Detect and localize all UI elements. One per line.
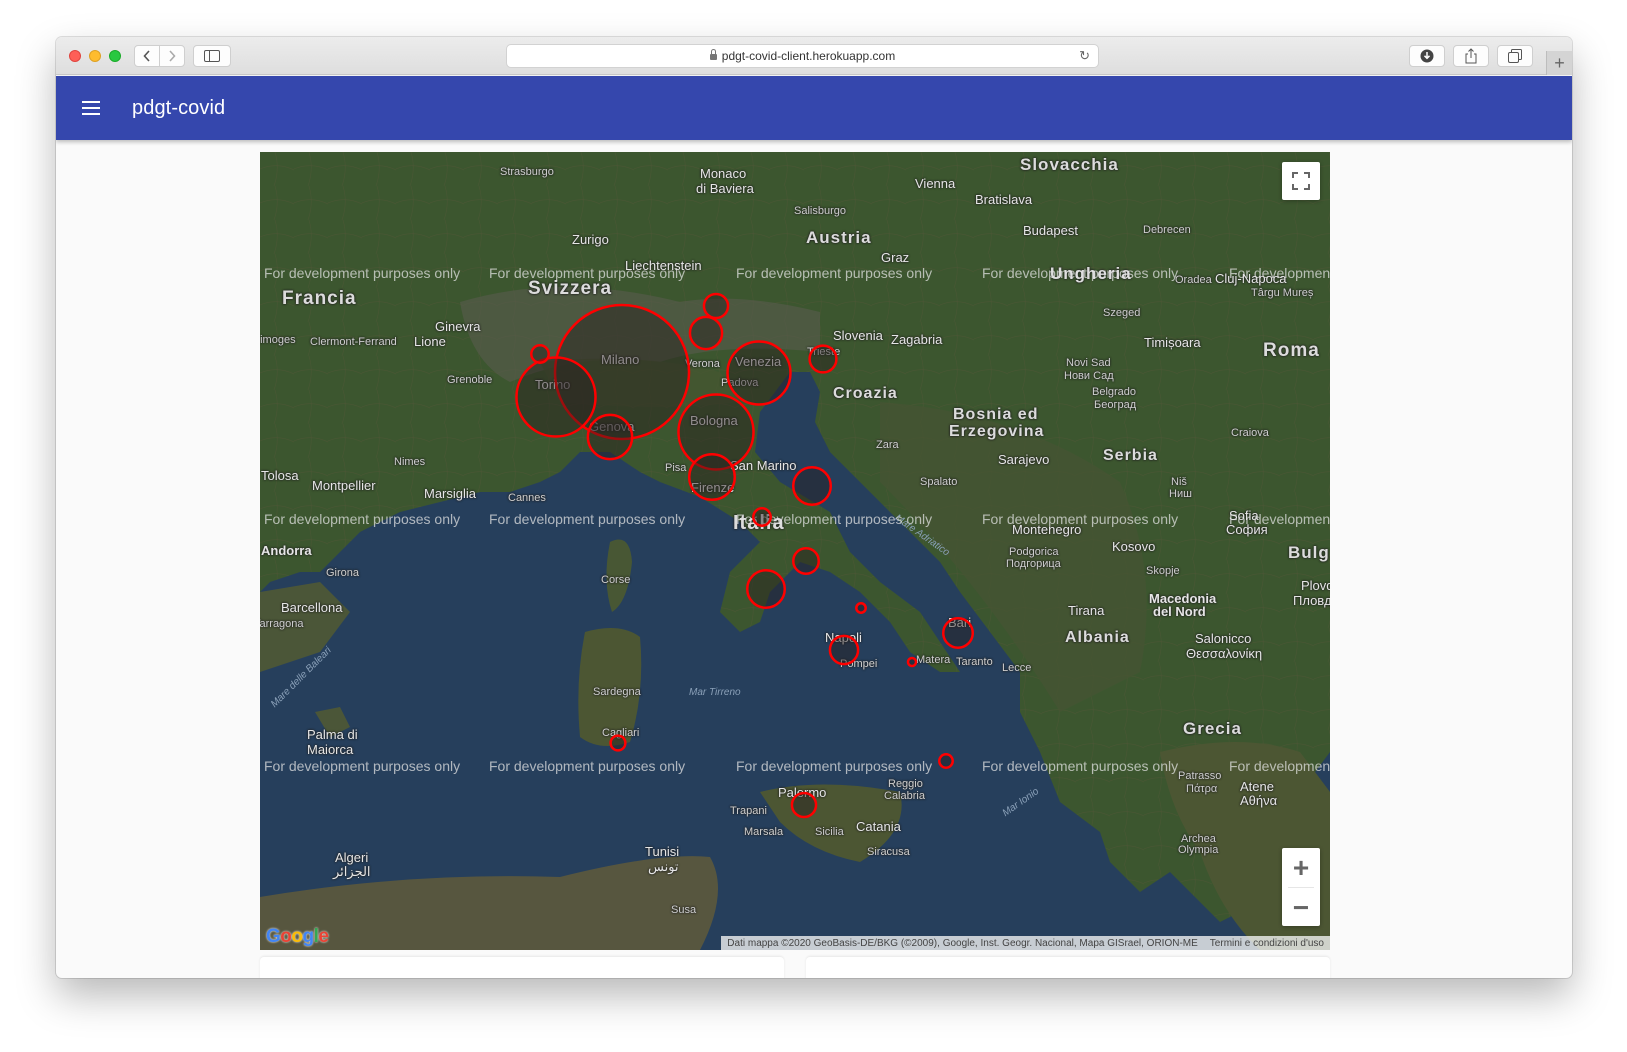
sidebar-toggle-button[interactable] xyxy=(193,45,231,67)
close-window-button[interactable] xyxy=(69,50,81,62)
chevron-left-icon xyxy=(143,50,150,62)
case-circle[interactable] xyxy=(792,547,820,575)
chevron-right-icon xyxy=(169,50,176,62)
case-circle[interactable] xyxy=(530,344,550,364)
share-button[interactable] xyxy=(1453,45,1489,67)
case-circle[interactable] xyxy=(855,602,867,614)
zoom-out-button[interactable]: − xyxy=(1282,888,1320,927)
browser-toolbar: pdgt-covid-client.herokuapp.com ↻ + xyxy=(56,37,1572,75)
tabs-icon xyxy=(1508,49,1522,63)
attribution-text: Dati mappa ©2020 GeoBasis-DE/BKG (©2009)… xyxy=(727,937,1198,949)
new-tab-button[interactable]: + xyxy=(1546,51,1572,75)
zoom-in-button[interactable]: + xyxy=(1282,848,1320,887)
zoom-control: + − xyxy=(1282,848,1320,926)
case-circle[interactable] xyxy=(942,617,974,649)
url-text: pdgt-covid-client.herokuapp.com xyxy=(721,49,896,63)
address-bar[interactable]: pdgt-covid-client.herokuapp.com ↻ xyxy=(506,44,1099,68)
case-circle[interactable] xyxy=(938,753,954,769)
case-circle[interactable] xyxy=(702,292,730,320)
back-button[interactable] xyxy=(134,45,160,67)
tab-overview-button[interactable] xyxy=(1497,45,1533,67)
case-circle[interactable] xyxy=(752,507,772,527)
google-logo[interactable]: Google xyxy=(266,926,329,948)
terms-link[interactable]: Termini e condizioni d'uso xyxy=(1210,938,1324,949)
lock-icon xyxy=(709,49,717,60)
case-circle[interactable] xyxy=(906,656,918,668)
case-circle[interactable] xyxy=(586,413,634,461)
reload-icon[interactable]: ↻ xyxy=(1079,48,1090,64)
map-attribution: Dati mappa ©2020 GeoBasis-DE/BKG (©2009)… xyxy=(721,936,1330,950)
fullscreen-button[interactable] xyxy=(1282,162,1320,200)
case-circle[interactable] xyxy=(726,340,792,406)
case-circle[interactable] xyxy=(808,344,838,374)
stats-card-left xyxy=(260,957,784,978)
app-bar: pdgt-covid xyxy=(56,76,1572,140)
plus-icon: + xyxy=(1554,52,1565,73)
case-circle[interactable] xyxy=(515,356,597,438)
forward-button[interactable] xyxy=(159,45,185,67)
case-circle[interactable] xyxy=(609,734,627,752)
stats-card-right xyxy=(806,957,1330,978)
covid-map[interactable]: Francia Svizzera Austria Slovacchia Ungh… xyxy=(260,152,1330,950)
fullscreen-icon xyxy=(1292,172,1310,190)
case-circle[interactable] xyxy=(791,465,833,507)
app-title: pdgt-covid xyxy=(132,96,226,119)
zoom-window-button[interactable] xyxy=(109,50,121,62)
share-icon xyxy=(1465,48,1477,64)
browser-window: pdgt-covid-client.herokuapp.com ↻ + pdgt… xyxy=(56,37,1572,978)
menu-icon[interactable] xyxy=(82,101,100,115)
minimize-window-button[interactable] xyxy=(89,50,101,62)
case-circle[interactable] xyxy=(828,634,860,666)
cases-overlay xyxy=(515,292,974,819)
download-icon xyxy=(1420,49,1434,63)
sidebar-icon xyxy=(204,50,220,62)
case-circle[interactable] xyxy=(687,452,737,502)
case-circle[interactable] xyxy=(790,791,818,819)
case-circle[interactable] xyxy=(688,315,724,351)
case-circle[interactable] xyxy=(745,568,787,610)
downloads-button[interactable] xyxy=(1409,45,1445,67)
